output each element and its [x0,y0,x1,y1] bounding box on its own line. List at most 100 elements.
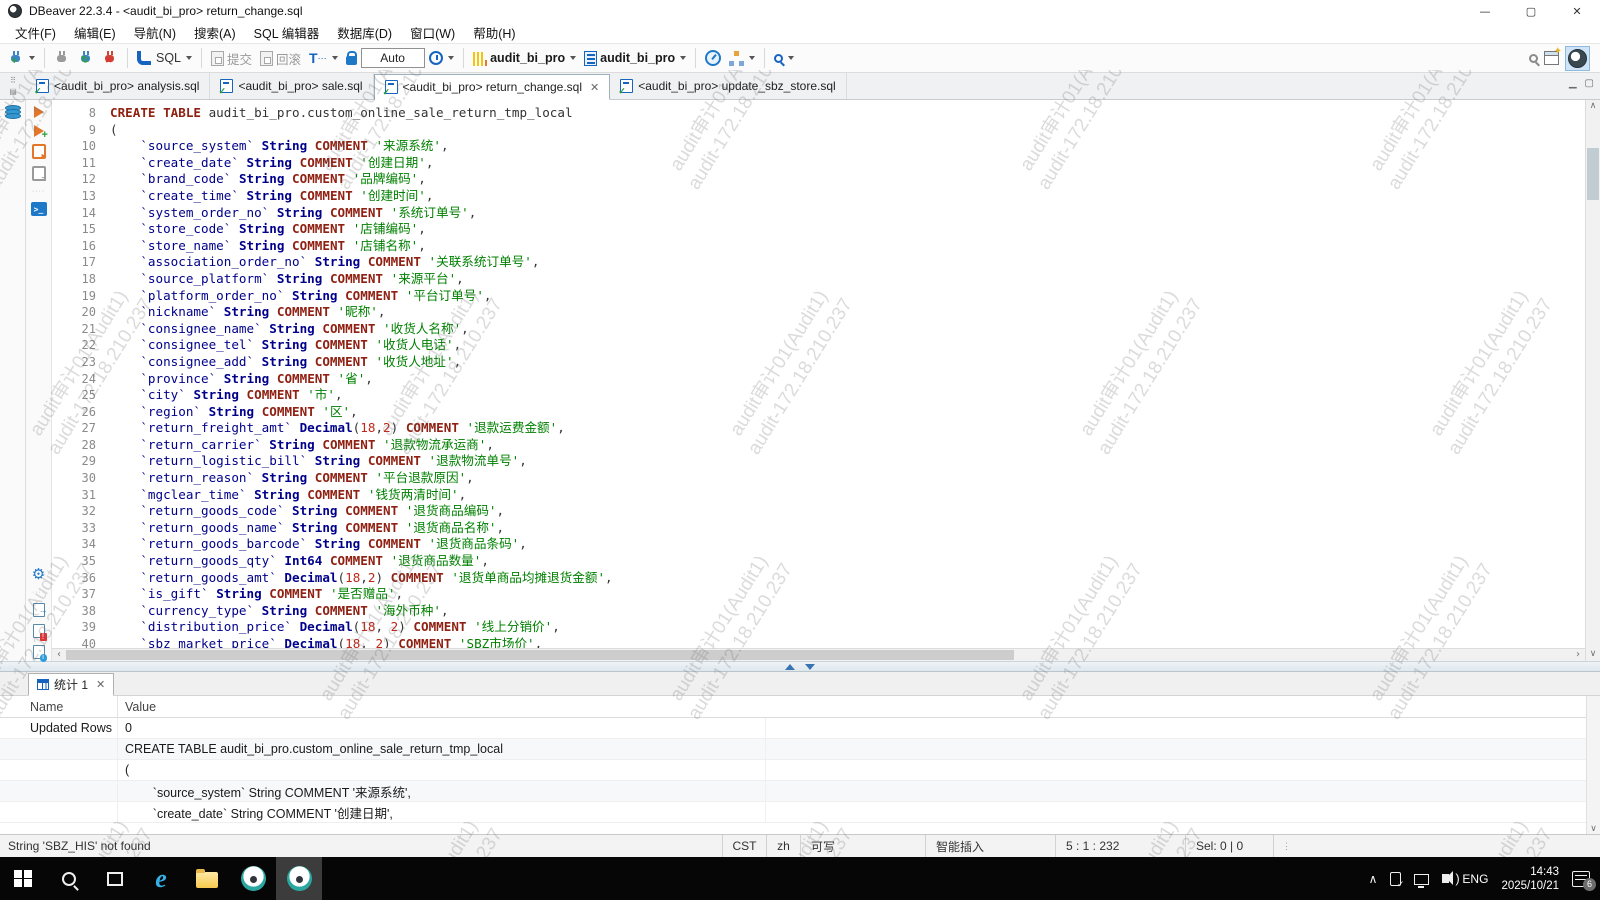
status-caret-position[interactable]: 5 : 1 : 232 [1055,835,1185,857]
status-language[interactable]: zh [766,835,800,857]
code-line[interactable]: 9( [52,122,1585,139]
dbeaver-perspective-button[interactable] [1565,46,1590,71]
code-line[interactable]: 40 `sbz_market_price` Decimal(18, 2) COM… [52,636,1585,648]
file-explorer-button[interactable] [184,857,230,900]
editor-tab[interactable]: <audit_bi_pro> return_change.sql✕ [374,74,611,100]
minimize-button[interactable]: — [1462,0,1508,22]
code-line[interactable]: 13 `create_time` String COMMENT '创建时间', [52,188,1585,205]
code-line[interactable]: 12 `brand_code` String COMMENT '品牌编码', [52,171,1585,188]
code-line[interactable]: 17 `association_order_no` String COMMENT… [52,254,1585,271]
execute-script-icon[interactable] [32,144,46,159]
stats-row[interactable]: `source_system` String COMMENT '来源系统', [0,781,1600,802]
task-view-button[interactable] [92,857,138,900]
connect-button[interactable] [50,48,74,68]
close-icon[interactable]: ✕ [590,81,599,94]
rollback-button[interactable]: 回滚 [256,47,305,70]
code-line[interactable]: 21 `consignee_name` String COMMENT '收货人名… [52,321,1585,338]
stats-row[interactable]: Updated Rows0 [0,718,1600,739]
export-result-icon[interactable] [33,603,45,617]
close-icon[interactable]: ✕ [96,678,105,691]
scroll-right-icon[interactable]: › [1571,649,1585,661]
code-line[interactable]: 34 `return_goods_barcode` String COMMENT… [52,536,1585,553]
stats-row[interactable]: ( [0,760,1600,781]
database-navigator-icon[interactable] [5,105,21,120]
commit-button[interactable]: 提交 [207,47,256,70]
sql-code-editor[interactable]: 8CREATE TABLE audit_bi_pro.custom_online… [52,100,1585,648]
tab-statistics[interactable]: 统计 1 ✕ [28,673,114,696]
editor-tab[interactable]: <audit_bi_pro> analysis.sql [26,73,210,99]
dbeaver-taskbar-button-active[interactable] [276,857,322,900]
status-insert-mode[interactable]: 智能插入 [925,835,1055,857]
code-line[interactable]: 31 `mgclear_time` String COMMENT '钱货两清时间… [52,487,1585,504]
maximize-view-icon[interactable]: ▢ [1585,78,1594,89]
code-line[interactable]: 11 `create_date` String COMMENT '创建日期', [52,155,1585,172]
lock-button[interactable] [342,49,361,67]
script-error-icon[interactable] [33,624,45,638]
code-line[interactable]: 28 `return_carrier` String COMMENT '退款物流… [52,437,1585,454]
scroll-down-icon[interactable]: ∨ [1586,648,1600,661]
settings-gear-icon[interactable]: ⚙ [32,567,45,582]
stats-row[interactable]: `create_date` String COMMENT '创建日期', [0,802,1600,823]
vertical-scrollbar[interactable]: ∧ ∨ [1585,100,1600,661]
sash-up-icon[interactable] [785,664,795,670]
network-icon[interactable] [1414,874,1429,885]
code-line[interactable]: 25 `city` String COMMENT '市', [52,387,1585,404]
hscroll-thumb[interactable] [66,650,1014,660]
code-line[interactable]: 35 `return_goods_qty` Int64 COMMENT '退货商… [52,553,1585,570]
code-line[interactable]: 15 `store_code` String COMMENT '店铺编码', [52,221,1585,238]
scroll-down-icon[interactable]: ∨ [1587,824,1600,834]
menu-item[interactable]: 文件(F) [6,21,65,44]
new-connection-button[interactable] [4,48,39,68]
menu-item[interactable]: 窗口(W) [401,21,464,44]
panel-scrollbar[interactable]: ∨ [1586,696,1600,834]
code-line[interactable]: 30 `return_reason` String COMMENT '平台退款原… [52,470,1585,487]
code-line[interactable]: 10 `source_system` String COMMENT '来源系统'… [52,138,1585,155]
sql-console-icon[interactable]: >_ [31,202,47,216]
panel-sash[interactable] [0,661,1600,672]
code-line[interactable]: 38 `currency_type` String COMMENT '海外币种'… [52,603,1585,620]
code-line[interactable]: 27 `return_freight_amt` Decimal(18,2) CO… [52,420,1585,437]
taskbar-clock[interactable]: 14:43 2025/10/21 [1501,865,1559,893]
code-line[interactable]: 29 `return_logistic_bill` String COMMENT… [52,453,1585,470]
stats-row[interactable]: CREATE TABLE audit_bi_pro.custom_online_… [0,739,1600,760]
code-line[interactable]: 24 `province` String COMMENT '省', [52,371,1585,388]
code-line[interactable]: 26 `region` String COMMENT '区', [52,404,1585,421]
menu-item[interactable]: SQL 编辑器 [245,21,329,44]
disconnect-button[interactable] [98,48,122,68]
open-perspective-icon[interactable] [1544,51,1559,65]
code-line[interactable]: 20 `nickname` String COMMENT '昵称', [52,304,1585,321]
code-line[interactable]: 14 `system_order_no` String COMMENT '系统订… [52,205,1585,222]
search-button[interactable] [770,52,798,65]
code-line[interactable]: 32 `return_goods_code` String COMMENT '退… [52,503,1585,520]
menu-item[interactable]: 帮助(H) [464,21,524,44]
code-line[interactable]: 22 `consignee_tel` String COMMENT '收货人电话… [52,337,1585,354]
dashboard-button[interactable] [701,48,725,68]
schema-compare-button[interactable] [725,49,759,68]
transaction-log-button[interactable] [425,49,458,67]
sash-down-icon[interactable] [805,664,815,670]
dbeaver-taskbar-button[interactable] [230,857,276,900]
code-line[interactable]: 37 `is_gift` String COMMENT '是否赠品', [52,586,1585,603]
menu-item[interactable]: 数据库(D) [328,21,401,44]
script-info-icon[interactable] [33,645,45,659]
menu-item[interactable]: 导航(N) [125,21,185,44]
code-line[interactable]: 33 `return_goods_name` String COMMENT '退… [52,520,1585,537]
transaction-mode-button[interactable]: T⋯ [305,48,342,68]
start-button[interactable] [0,857,46,900]
editor-tab[interactable]: <audit_bi_pro> update_sbz_store.sql [610,73,846,99]
action-center-icon[interactable]: 6 [1572,871,1590,887]
code-line[interactable]: 19 `platform_order_no` String COMMENT '平… [52,288,1585,305]
scroll-left-icon[interactable]: ‹ [52,649,66,661]
code-line[interactable]: 8CREATE TABLE audit_bi_pro.custom_online… [52,105,1585,122]
volume-icon[interactable] [1442,874,1449,883]
sql-editor-button[interactable]: SQL [133,49,196,67]
maximize-button[interactable]: ▢ [1508,0,1554,22]
editor-tab[interactable]: <audit_bi_pro> sale.sql [210,73,373,99]
menu-item[interactable]: 搜索(A) [185,21,245,44]
code-line[interactable]: 39 `distribution_price` Decimal(18, 2) C… [52,619,1585,636]
execute-statement-icon[interactable] [34,106,44,118]
internet-explorer-button[interactable]: e [138,857,184,900]
horizontal-scrollbar[interactable]: ‹ › [52,648,1585,661]
code-line[interactable]: 16 `store_name` String COMMENT '店铺名称', [52,238,1585,255]
usb-icon[interactable] [1390,872,1401,886]
